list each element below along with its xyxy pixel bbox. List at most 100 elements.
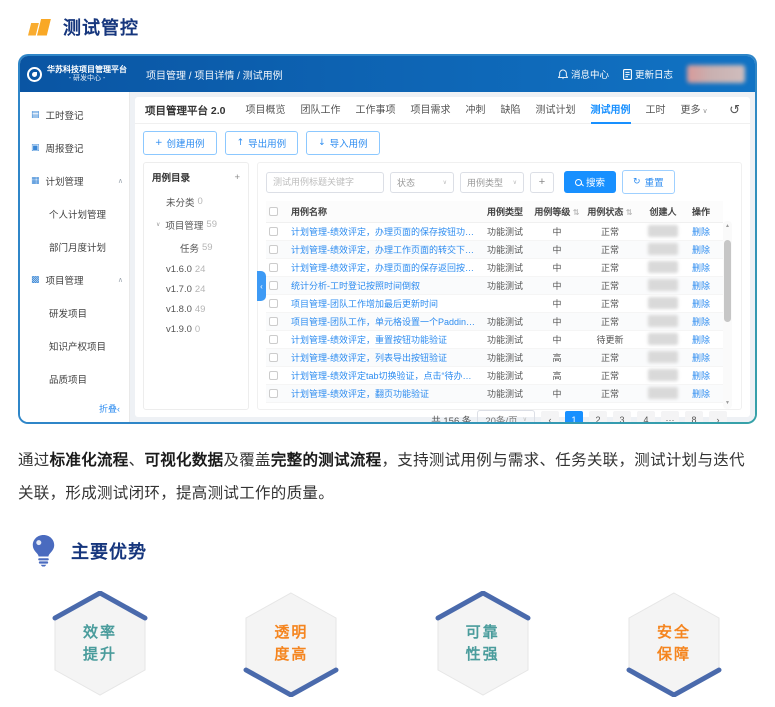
page-button[interactable]: 8 bbox=[685, 411, 703, 423]
page-ellipsis[interactable]: ··· bbox=[661, 411, 679, 423]
row-checkbox[interactable] bbox=[269, 389, 278, 398]
sidebar-item-plan-mgmt[interactable]: ▦ 计划管理 ∧ bbox=[20, 164, 129, 197]
sidebar-item-weekly-report[interactable]: ▣ 周报登记 bbox=[20, 131, 129, 164]
sidebar-item-worktime[interactable]: ▤ 工时登记 bbox=[20, 98, 129, 131]
delete-link[interactable]: 删除 bbox=[689, 384, 723, 402]
sidebar-item-project-mgmt[interactable]: ▩ 项目管理 ∧ bbox=[20, 263, 129, 296]
delete-link[interactable]: 删除 bbox=[689, 240, 723, 258]
tree-item-project-mgmt[interactable]: ∨项目管理59 bbox=[150, 213, 242, 236]
tree-item-v180[interactable]: v1.8.049 bbox=[150, 299, 242, 319]
delete-link[interactable]: 删除 bbox=[689, 258, 723, 276]
tab-work-items[interactable]: 工作事项 bbox=[356, 97, 396, 124]
tree-item-task[interactable]: 任务59 bbox=[150, 236, 242, 259]
delete-link[interactable]: 删除 bbox=[689, 348, 723, 366]
tab-defects[interactable]: 缺陷 bbox=[501, 97, 521, 124]
tree-item-v160[interactable]: v1.6.024 bbox=[150, 259, 242, 279]
col-case-level[interactable]: 用例等级 ⇅ bbox=[531, 201, 583, 222]
case-name-link[interactable]: 计划管理-绩效评定，翻页功能验证 bbox=[288, 384, 479, 402]
scroll-down-icon[interactable]: ▼ bbox=[725, 401, 730, 406]
desc-text: 及覆盖 bbox=[223, 452, 270, 469]
table-scrollbar[interactable]: ▲ ▼ bbox=[723, 221, 732, 409]
add-filter-button[interactable]: + bbox=[530, 172, 554, 193]
search-button[interactable]: 搜索 bbox=[564, 171, 616, 193]
case-name-link[interactable]: 统计分析-工时登记按照时间倒叙 bbox=[288, 276, 479, 294]
col-case-name: 用例名称 bbox=[288, 201, 479, 222]
tab-more[interactable]: 更多∨ bbox=[681, 97, 708, 124]
user-avatar-redacted[interactable] bbox=[687, 65, 745, 83]
delete-link[interactable]: 删除 bbox=[689, 222, 723, 240]
case-name-link[interactable]: 计划管理-绩效评定，办理页面的保存返回按钮功能验证 bbox=[288, 258, 479, 276]
case-name-link[interactable]: 计划管理-绩效评定，办理工作页面的转交下一步按钮功能验证 bbox=[288, 240, 479, 258]
row-checkbox[interactable] bbox=[269, 227, 278, 236]
page-button[interactable]: 1 bbox=[565, 411, 583, 423]
export-case-button[interactable]: ↑导出用例 bbox=[225, 131, 299, 155]
plus-icon: + bbox=[155, 138, 163, 148]
logo[interactable]: 华苏科技项目管理平台 - 研发中心 - bbox=[20, 65, 132, 84]
delete-link[interactable]: 删除 bbox=[689, 366, 723, 384]
case-name-link[interactable]: 计划管理-绩效评定，重置按钮功能验证 bbox=[288, 330, 479, 348]
keyword-input[interactable] bbox=[266, 172, 384, 193]
case-type-select[interactable]: 用例类型∨ bbox=[460, 172, 524, 193]
case-name-link[interactable]: 项目管理-团队工作，单元格设置一个Padding，取消抖动效果。 bbox=[288, 312, 479, 330]
case-type: 功能测试 bbox=[479, 276, 531, 294]
tab-worktime[interactable]: 工时 bbox=[646, 97, 666, 124]
tab-test-cases[interactable]: 测试用例 bbox=[591, 97, 631, 124]
scroll-up-icon[interactable]: ▲ bbox=[725, 224, 730, 229]
create-case-button[interactable]: +创建用例 bbox=[143, 131, 217, 155]
sidebar-item-dept-monthly-plan[interactable]: 部门月度计划 bbox=[20, 230, 129, 263]
tab-test-plan[interactable]: 测试计划 bbox=[536, 97, 576, 124]
select-all-checkbox[interactable] bbox=[269, 207, 278, 216]
tab-requirements[interactable]: 项目需求 bbox=[411, 97, 451, 124]
reset-button[interactable]: ↻重置 bbox=[622, 170, 675, 194]
row-checkbox[interactable] bbox=[269, 245, 278, 254]
row-checkbox[interactable] bbox=[269, 353, 278, 362]
advantages-header: 主要优势 bbox=[30, 534, 775, 567]
page-button[interactable]: 3 bbox=[613, 411, 631, 423]
next-page-button[interactable]: › bbox=[709, 411, 727, 423]
case-level: 中 bbox=[531, 294, 583, 312]
case-name-link[interactable]: 计划管理-绩效评定，办理页面的保存按钮功能验证 bbox=[288, 222, 479, 240]
back-icon[interactable]: ↺ bbox=[729, 103, 740, 118]
delete-link[interactable]: 删除 bbox=[689, 294, 723, 312]
tree-item-v190[interactable]: v1.9.00 bbox=[150, 319, 242, 339]
page-button[interactable]: 4 bbox=[637, 411, 655, 423]
case-name-link[interactable]: 计划管理-绩效评定tab切换验证，点击“待办工作”tab bbox=[288, 366, 479, 384]
col-case-status[interactable]: 用例状态 ⇅ bbox=[583, 201, 637, 222]
pagination-total: 共 156 条 bbox=[431, 413, 471, 423]
import-case-label: 导入用例 bbox=[330, 136, 368, 150]
sidebar-item-personal-plan[interactable]: 个人计划管理 bbox=[20, 197, 129, 230]
tab-team-work[interactable]: 团队工作 bbox=[301, 97, 341, 124]
row-checkbox[interactable] bbox=[269, 371, 278, 380]
row-checkbox[interactable] bbox=[269, 317, 278, 326]
tree-item-v170[interactable]: v1.7.024 bbox=[150, 279, 242, 299]
sidebar-item-rd-project[interactable]: 研发项目 bbox=[20, 296, 129, 329]
delete-link[interactable]: 删除 bbox=[689, 330, 723, 348]
row-checkbox[interactable] bbox=[269, 335, 278, 344]
tree-collapse-handle[interactable]: ‹ bbox=[257, 271, 266, 301]
case-name-link[interactable]: 计划管理-绩效评定，列表导出按钮验证 bbox=[288, 348, 479, 366]
row-checkbox[interactable] bbox=[269, 299, 278, 308]
row-checkbox[interactable] bbox=[269, 263, 278, 272]
row-checkbox[interactable] bbox=[269, 281, 278, 290]
delete-link[interactable]: 删除 bbox=[689, 312, 723, 330]
delete-link[interactable]: 删除 bbox=[689, 276, 723, 294]
sidebar-item-label: 个人计划管理 bbox=[49, 207, 106, 221]
message-center-link[interactable]: 消息中心 bbox=[558, 67, 609, 81]
sidebar-collapse-button[interactable]: 折叠‹ bbox=[99, 402, 120, 415]
tab-overview[interactable]: 项目概览 bbox=[246, 97, 286, 124]
page-size-select[interactable]: 20条/页∨ bbox=[477, 410, 535, 423]
tree-item-uncategorized[interactable]: 未分类0 bbox=[150, 190, 242, 213]
sidebar-item-quality-project[interactable]: 品质项目 bbox=[20, 362, 129, 395]
case-name-link[interactable]: 项目管理-团队工作增加最后更新时间 bbox=[288, 294, 479, 312]
prev-page-button[interactable]: ‹ bbox=[541, 411, 559, 423]
add-directory-button[interactable]: + bbox=[234, 172, 240, 183]
scrollbar-thumb[interactable] bbox=[724, 240, 731, 322]
import-case-button[interactable]: ↓导入用例 bbox=[306, 131, 380, 155]
page-button[interactable]: 2 bbox=[589, 411, 607, 423]
case-directory-tree: 用例目录 + 未分类0 ∨项目管理59 任务59 v1.6.024 v1.7.0… bbox=[143, 162, 249, 410]
breadcrumb: 项目管理 / 项目详情 / 测试用例 bbox=[132, 67, 283, 82]
status-select[interactable]: 状态∨ bbox=[390, 172, 454, 193]
sidebar-item-ip-project[interactable]: 知识产权项目 bbox=[20, 329, 129, 362]
tab-sprint[interactable]: 冲刺 bbox=[466, 97, 486, 124]
changelog-link[interactable]: 更新日志 bbox=[623, 67, 673, 81]
